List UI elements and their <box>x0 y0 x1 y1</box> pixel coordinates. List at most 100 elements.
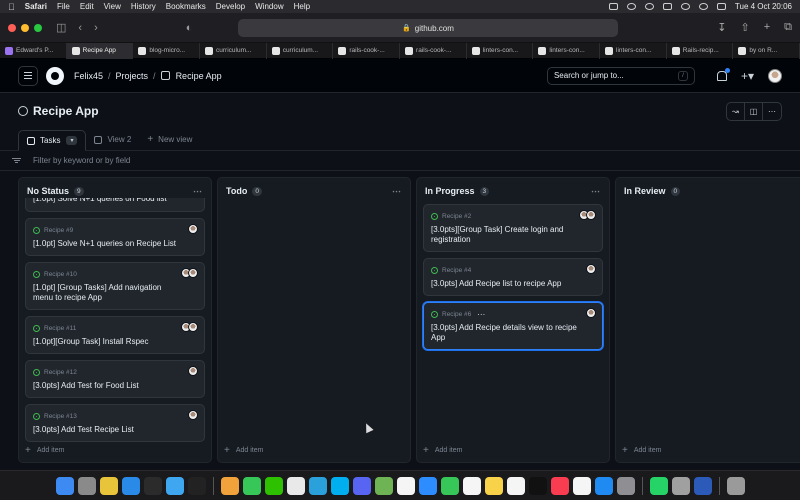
notes-icon[interactable] <box>484 476 503 495</box>
issue-card[interactable]: Recipe #9 [1.0pt] Solve N+1 queries on Re… <box>25 218 205 256</box>
vscode-icon[interactable] <box>121 476 140 495</box>
zoom-window-icon[interactable] <box>34 23 42 32</box>
card-title[interactable]: [1.0pt] [Group Tasks] Add navigation men… <box>33 283 197 303</box>
card-title[interactable]: [3.0pts] Add Recipe list to recipe App <box>431 279 595 289</box>
browser-tab[interactable]: Recipe App <box>66 42 134 59</box>
tab-overview-icon[interactable]: ⧉ <box>784 21 792 34</box>
tab-view-2[interactable]: View 2 <box>86 129 139 150</box>
add-item-button[interactable]: + Add item <box>423 445 462 456</box>
card-reference[interactable]: Recipe #6 <box>442 311 471 318</box>
wechat-icon[interactable] <box>264 476 283 495</box>
forward-arrow-icon[interactable]: › <box>94 22 98 34</box>
calendar-icon[interactable] <box>462 476 481 495</box>
sidebar-toggle-icon[interactable]: ◫ <box>56 21 66 34</box>
assignee-avatar[interactable] <box>188 224 198 234</box>
add-item-button[interactable]: + Add item <box>25 445 64 456</box>
browser-tab[interactable]: blog-micro... <box>133 42 201 59</box>
menu-view[interactable]: View <box>104 2 121 11</box>
browser-tab[interactable]: curriculum... <box>267 42 334 59</box>
column-menu-icon[interactable]: ⋯ <box>193 186 203 197</box>
menu-edit[interactable]: Edit <box>80 2 94 11</box>
side-panel-icon[interactable]: ◫ <box>745 102 763 120</box>
new-tab-icon[interactable]: + <box>764 21 770 34</box>
card-title[interactable]: [1.0pt] Solve N+1 queries on Recipe List <box>33 239 197 249</box>
appstore-icon[interactable] <box>594 476 613 495</box>
menu-bookmarks[interactable]: Bookmarks <box>166 2 206 11</box>
minimize-window-icon[interactable] <box>21 23 29 32</box>
card-title[interactable]: [1.0pt][Group Task] Install Rspec <box>33 337 197 347</box>
privacy-shield-icon[interactable]: ◐ <box>186 22 193 34</box>
photos-icon[interactable] <box>396 476 415 495</box>
menu-help[interactable]: Help <box>294 2 310 11</box>
wifi-icon[interactable] <box>680 3 690 10</box>
assignee-avatar[interactable] <box>586 210 596 220</box>
insights-chart-icon[interactable]: ↝ <box>727 102 745 120</box>
card-reference[interactable]: Recipe #4 <box>442 267 471 274</box>
terminal-icon[interactable] <box>143 476 162 495</box>
notifications-bell-icon[interactable] <box>716 67 730 81</box>
new-view-button[interactable]: + New view <box>139 129 200 150</box>
appletv-icon[interactable] <box>528 476 547 495</box>
address-bar[interactable]: 🔒 github.com <box>238 19 618 37</box>
breadcrumb-user[interactable]: Felix45 <box>74 71 103 81</box>
news-icon[interactable] <box>572 476 591 495</box>
user-avatar[interactable] <box>768 68 782 83</box>
card-reference[interactable]: Recipe #9 <box>44 227 73 234</box>
menu-window[interactable]: Window <box>255 2 283 11</box>
tab-tasks[interactable]: Tasks ▾ <box>18 130 87 151</box>
browser-tab[interactable]: Edward's P... <box>0 42 67 59</box>
battery-icon[interactable] <box>662 3 672 10</box>
settings-icon[interactable] <box>616 476 635 495</box>
browser-tab[interactable]: Rails-recip... <box>667 42 734 59</box>
zoom-icon[interactable] <box>418 476 437 495</box>
issue-card[interactable]: Recipe #6 ⋯ [3.0pts] Add Recipe details vi… <box>423 302 603 350</box>
preview-icon[interactable] <box>671 476 690 495</box>
issue-card[interactable]: Recipe #10 [1.0pt] [Group Tasks] Add navi… <box>25 262 205 310</box>
chrome-icon[interactable] <box>99 476 118 495</box>
browser-tab[interactable]: linters-con... <box>600 42 667 59</box>
issue-card[interactable]: [1.0pt] Solve N+1 queries on Food list <box>25 198 205 212</box>
breadcrumb-projects[interactable]: Projects <box>116 71 149 81</box>
downloads-icon[interactable]: ↧ <box>717 21 726 34</box>
browser-tab[interactable]: rails-cook-... <box>333 42 401 59</box>
share-icon[interactable]: ⇧ <box>740 21 749 34</box>
issue-card[interactable]: Recipe #13 [3.0pts] Add Test Recipe List <box>25 404 205 442</box>
card-reference[interactable]: Recipe #12 <box>44 369 77 376</box>
spotlight-search-icon[interactable] <box>698 3 708 10</box>
launchpad-icon[interactable] <box>77 476 96 495</box>
view-options-dropdown-icon[interactable]: ▾ <box>66 136 78 145</box>
apple-icon[interactable]:  <box>8 2 15 12</box>
column-menu-icon[interactable]: ⋯ <box>392 186 402 197</box>
issue-card[interactable]: Recipe #4 [3.0pts] Add Recipe list to rec… <box>423 258 603 296</box>
issue-card[interactable]: Recipe #2 [3.0pts][Group Task] Create log… <box>423 204 603 252</box>
github-logo-icon[interactable] <box>46 66 64 85</box>
search-input[interactable]: Search or jump to... / <box>546 66 695 85</box>
assignee-avatar[interactable] <box>188 322 198 332</box>
column-menu-icon[interactable]: ⋯ <box>591 186 601 197</box>
breadcrumb-project[interactable]: Recipe App <box>176 71 222 81</box>
word-icon[interactable] <box>693 476 712 495</box>
assignee-avatar[interactable] <box>586 308 596 318</box>
screen-record-icon[interactable] <box>608 3 618 10</box>
card-title[interactable]: [3.0pts] Add Test Recipe List <box>33 425 197 435</box>
card-title[interactable]: [3.0pts] Add Recipe details view to reci… <box>431 323 595 343</box>
music-icon[interactable] <box>550 476 569 495</box>
browser-tab[interactable]: linters-con... <box>467 42 534 59</box>
card-reference[interactable]: Recipe #11 <box>44 325 76 332</box>
add-item-button[interactable]: + Add item <box>224 445 263 456</box>
back-arrow-icon[interactable]: ‹ <box>78 22 82 34</box>
control-center-icon[interactable] <box>716 3 726 10</box>
browser-tab[interactable]: curriculum... <box>200 42 267 59</box>
trash-icon[interactable] <box>726 476 745 495</box>
discord-icon[interactable] <box>352 476 371 495</box>
maps-icon[interactable] <box>374 476 393 495</box>
iterm-icon[interactable] <box>187 476 206 495</box>
card-title[interactable]: [3.0pts] Add Test for Food List <box>33 381 197 391</box>
bluetooth-icon[interactable] <box>644 3 654 10</box>
card-title[interactable]: [3.0pts][Group Task] Create login and re… <box>431 225 595 245</box>
browser-tab[interactable]: by on R... <box>733 42 800 59</box>
slack-icon[interactable] <box>286 476 305 495</box>
menu-app-name[interactable]: Safari <box>25 2 47 11</box>
telegram-icon[interactable] <box>308 476 327 495</box>
finder-icon[interactable] <box>55 476 74 495</box>
